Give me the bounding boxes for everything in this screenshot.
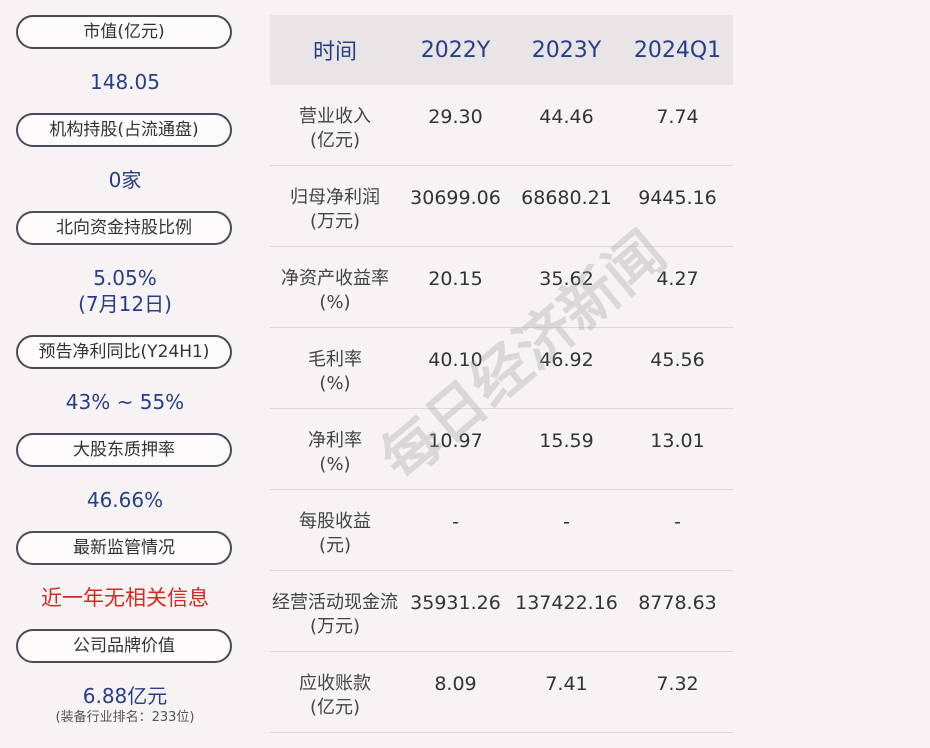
table-row: 净利率 (%) 10.97 15.59 13.01 <box>270 409 733 490</box>
table-header: 时间 2022Y 2023Y 2024Q1 <box>270 15 733 85</box>
cell-value: 35.62 <box>539 268 594 290</box>
row-label-unit: (万元) <box>309 616 361 637</box>
cell-value: 45.56 <box>650 349 705 371</box>
cell-value: - <box>563 511 570 533</box>
table-row: 经营活动现金流 (万元) 35931.26 137422.16 8778.63 <box>270 571 733 652</box>
cell-value: 4.27 <box>656 268 699 290</box>
header-2024q1: 2024Q1 <box>633 37 722 63</box>
cell-value: 15.59 <box>539 430 594 452</box>
table-row: 营业收入 (亿元) 29.30 44.46 7.74 <box>270 85 733 166</box>
row-label-name: 营业收入 <box>299 106 371 127</box>
row-label: 净利率 (%) <box>270 409 400 489</box>
header-2022y: 2022Y <box>420 37 491 63</box>
table-row: 归母净利润 (万元) 30699.06 68680.21 9445.16 <box>270 166 733 247</box>
institution-holding-label: 机构持股(占流通盘) <box>16 113 232 147</box>
institution-holding-value: 0家 <box>108 168 142 192</box>
profit-forecast-value: 43% ~ 55% <box>65 390 185 414</box>
cell-value: 9445.16 <box>638 187 717 209</box>
market-cap-value: 148.05 <box>90 70 160 94</box>
regulation-label: 最新监管情况 <box>16 531 232 565</box>
cell-value: 10.97 <box>428 430 483 452</box>
cell-value: - <box>452 511 459 533</box>
header-time: 时间 <box>312 40 357 65</box>
cell-value: 46.92 <box>539 349 594 371</box>
left-panel: 市值(亿元) 148.05 机构持股(占流通盘) 0家 北向资金持股比例 5.0… <box>0 0 250 748</box>
row-label-name: 毛利率 <box>308 349 362 370</box>
row-label-unit: (%) <box>319 292 351 313</box>
table-row: 净资产收益率 (%) 20.15 35.62 4.27 <box>270 247 733 328</box>
table-row: 应收账款 (亿元) 8.09 7.41 7.32 <box>270 652 733 733</box>
row-label-name: 净资产收益率 <box>281 268 389 289</box>
cell-value: 137422.16 <box>515 592 618 614</box>
cell-value: 7.41 <box>545 673 588 695</box>
cell-value: 30699.06 <box>410 187 501 209</box>
cell-value: 13.01 <box>650 430 705 452</box>
cell-value: 8.09 <box>434 673 477 695</box>
row-label-name: 经营活动现金流 <box>272 592 398 613</box>
northbound-date: (7月12日) <box>78 292 172 316</box>
row-label-name: 净利率 <box>308 430 362 451</box>
cell-value: 68680.21 <box>521 187 612 209</box>
northbound-value: 5.05% <box>93 266 157 290</box>
table-row: 毛利率 (%) 40.10 46.92 45.56 <box>270 328 733 409</box>
row-label-name: 每股收益 <box>299 511 371 532</box>
row-label-unit: (万元) <box>309 211 361 232</box>
header-2023y: 2023Y <box>531 37 602 63</box>
row-label-unit: (%) <box>319 454 351 475</box>
market-cap-label: 市值(亿元) <box>16 15 232 49</box>
cell-value: 7.74 <box>656 106 699 128</box>
northbound-label: 北向资金持股比例 <box>16 211 232 245</box>
row-label-unit: (亿元) <box>309 697 361 718</box>
cell-value: 20.15 <box>428 268 483 290</box>
row-label-name: 应收账款 <box>299 673 371 694</box>
row-label: 净资产收益率 (%) <box>270 247 400 327</box>
profit-forecast-label: 预告净利同比(Y24H1) <box>16 335 232 369</box>
brand-value-label: 公司品牌价值 <box>16 629 232 663</box>
cell-value: 44.46 <box>539 106 594 128</box>
pledge-rate-value: 46.66% <box>86 488 164 512</box>
regulation-value: 近一年无相关信息 <box>41 586 209 610</box>
row-label: 营业收入 (亿元) <box>270 85 400 165</box>
row-label: 应收账款 (亿元) <box>270 652 400 732</box>
row-label-name: 归母净利润 <box>290 187 380 208</box>
pledge-rate-label: 大股东质押率 <box>16 433 232 467</box>
row-label-unit: (%) <box>319 373 351 394</box>
cell-value: 7.32 <box>656 673 699 695</box>
row-label-unit: (元) <box>318 535 352 556</box>
row-label: 经营活动现金流 (万元) <box>270 571 400 651</box>
cell-value: 35931.26 <box>410 592 501 614</box>
cell-value: 8778.63 <box>638 592 717 614</box>
cell-value: 29.30 <box>428 106 483 128</box>
row-label: 毛利率 (%) <box>270 328 400 408</box>
cell-value: - <box>674 511 681 533</box>
row-label: 归母净利润 (万元) <box>270 166 400 246</box>
row-label: 每股收益 (元) <box>270 490 400 570</box>
row-label-unit: (亿元) <box>309 130 361 151</box>
cell-value: 40.10 <box>428 349 483 371</box>
brand-rank-note: (装备行业排名：233位) <box>55 710 195 725</box>
financial-table: 时间 2022Y 2023Y 2024Q1 营业收入 (亿元) 29.30 44.46… <box>270 15 733 733</box>
table-row: 每股收益 (元) - - - <box>270 490 733 571</box>
